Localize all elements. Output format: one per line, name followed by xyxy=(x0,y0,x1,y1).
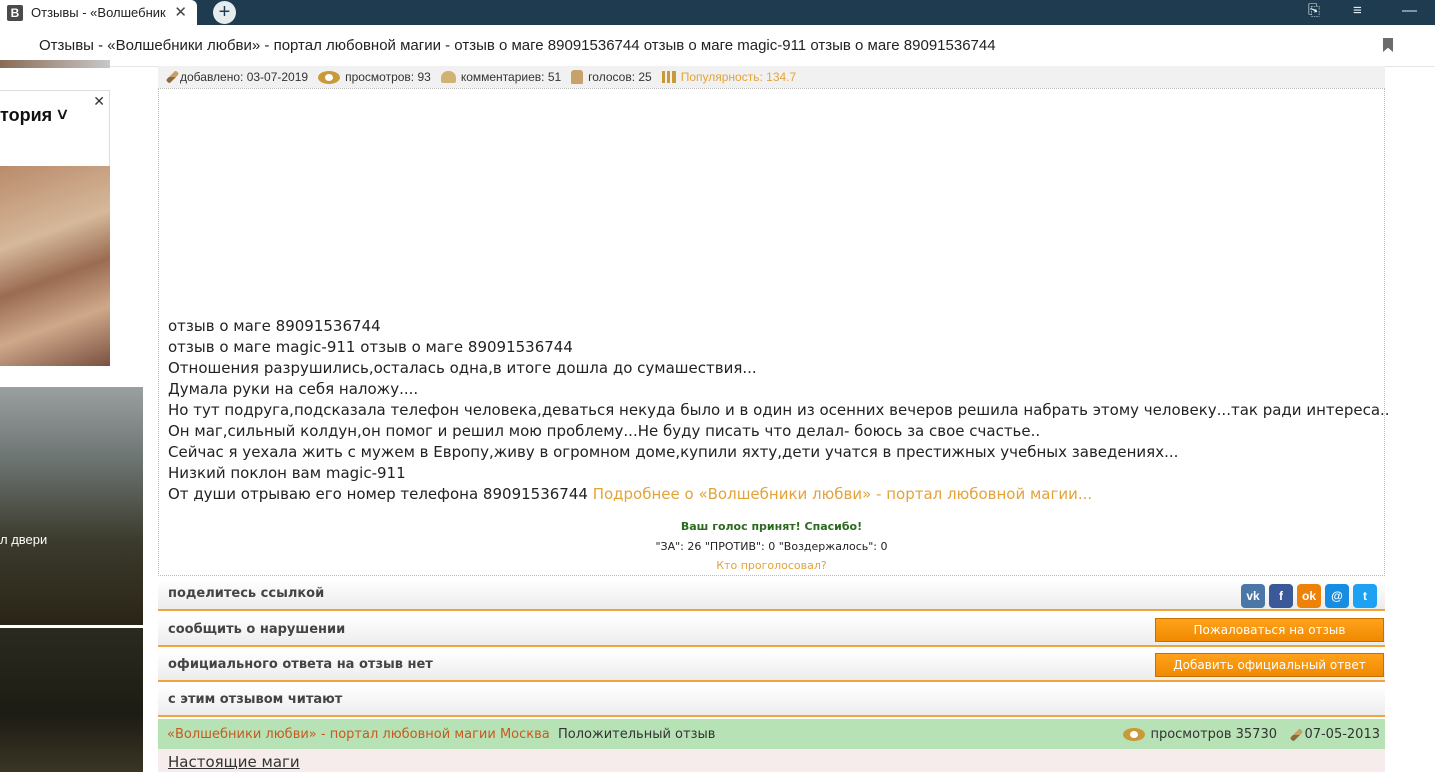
report-review-button[interactable]: Пожаловаться на отзыв xyxy=(1155,618,1384,642)
related-review-link[interactable]: «Волшебники любви» - портал любовной маг… xyxy=(167,727,550,742)
review-line: Но тут подруга,подсказала телефон челове… xyxy=(168,401,1390,419)
related-date: 07-05-2013 xyxy=(1290,727,1380,742)
review-line: Думала руки на себя наложу.... xyxy=(168,380,419,398)
twitter-share-icon[interactable]: t xyxy=(1353,584,1377,608)
official-answer-label: официального ответа на отзыв нет xyxy=(168,657,433,672)
thumbs-up-icon xyxy=(571,70,584,84)
read-more-link[interactable]: Подробнее о «Волшебники любви» - портал … xyxy=(593,485,1092,503)
related-label: с этим отзывом читают xyxy=(168,692,343,707)
eye-icon xyxy=(1123,728,1146,741)
review-line: Отношения разрушились,осталась одна,в ит… xyxy=(168,359,757,377)
related-review-type: Положительный отзыв xyxy=(558,727,716,742)
review-line: отзыв о маге 89091536744 xyxy=(168,317,381,335)
review-line: Сейчас я уехала жить с мужем в Европу,жи… xyxy=(168,443,1179,461)
review-line: Он маг,сильный колдун,он помог и решил м… xyxy=(168,422,1041,440)
city-photo-caption[interactable]: л двери xyxy=(0,532,47,547)
review-line: отзыв о маге magic-911 отзыв о маге 8909… xyxy=(168,338,573,356)
related-title-row: Настоящие маги xyxy=(158,749,1385,772)
related-title-link[interactable]: Настоящие маги xyxy=(168,753,300,771)
sidebar-thumbnail[interactable] xyxy=(0,60,110,68)
ad-close-icon[interactable]: ✕ xyxy=(93,93,105,110)
meta-comments-text: комментариев: 51 xyxy=(460,70,562,84)
review-line: Низкий поклон вам magic-911 xyxy=(168,464,406,482)
facebook-share-icon[interactable]: f xyxy=(1269,584,1293,608)
vote-counts: "ЗА": 26 "ПРОТИВ": 0 "Воздержалось": 0 xyxy=(655,540,888,553)
eye-icon xyxy=(318,70,341,84)
share-section: поделитесь ссылкой vk f ok @ t xyxy=(158,580,1385,611)
bar-chart-icon xyxy=(661,71,676,83)
tab-close-icon[interactable]: ✕ xyxy=(174,3,187,21)
review-meta-bar: добавлено: 03-07-2019 просмотров: 93 ком… xyxy=(158,66,1385,88)
meta-popularity: Популярность: 134.7 xyxy=(661,70,797,84)
meta-popularity-text: Популярность: 134.7 xyxy=(680,70,797,84)
report-label: сообщить о нарушении xyxy=(168,622,346,637)
meta-votes-text: голосов: 25 xyxy=(588,70,652,84)
site-favicon-icon: B xyxy=(7,4,23,21)
meta-comments: комментариев: 51 xyxy=(440,70,562,84)
review-text: отзыв о маге 89091536744 отзыв о маге ma… xyxy=(168,316,1390,505)
ad-photo[interactable] xyxy=(0,166,110,366)
meta-views-text: просмотров: 93 xyxy=(345,70,431,84)
who-voted-link[interactable]: Кто проголосовал? xyxy=(159,559,1384,572)
menu-icon[interactable]: ≡ xyxy=(1353,2,1362,19)
related-date-text: 07-05-2013 xyxy=(1304,727,1380,742)
browser-titlebar: B Отзывы - «Волшебники любви» - портал л… xyxy=(0,0,1435,25)
bookmark-icon[interactable] xyxy=(1383,38,1393,52)
minimize-icon[interactable]: — xyxy=(1402,2,1417,19)
meta-views: просмотров: 93 xyxy=(318,70,431,84)
odnoklassniki-share-icon[interactable]: ok xyxy=(1297,584,1321,608)
pencil-icon xyxy=(1290,727,1304,742)
related-section: с этим отзывом читают xyxy=(158,686,1385,717)
meta-added-text: добавлено: 03-07-2019 xyxy=(180,70,309,84)
related-review-row[interactable]: «Волшебники любви» - портал любовной маг… xyxy=(158,719,1385,749)
sidebar-dark-photo[interactable] xyxy=(0,628,143,772)
vote-accepted-message: Ваш голос принят! Спасибо! xyxy=(680,520,863,533)
new-tab-button[interactable]: + xyxy=(213,1,236,24)
comment-icon xyxy=(440,71,456,83)
related-views-text: просмотров 35730 xyxy=(1150,727,1277,742)
sidebar-ad[interactable]: тория ˅ ✕ xyxy=(0,90,110,366)
mailru-share-icon[interactable]: @ xyxy=(1325,584,1349,608)
vk-share-icon[interactable]: vk xyxy=(1241,584,1265,608)
related-views: просмотров 35730 xyxy=(1123,727,1277,742)
meta-added: добавлено: 03-07-2019 xyxy=(165,70,309,84)
review-body: отзыв о маге 89091536744 отзыв о маге ma… xyxy=(158,88,1390,576)
tab-title: Отзывы - «Волшебники любви» - портал люб… xyxy=(31,5,166,20)
sidebar-city-photo[interactable] xyxy=(0,387,143,625)
address-bar[interactable]: Отзывы - «Волшебники любви» - портал люб… xyxy=(0,25,1435,67)
add-official-answer-button[interactable]: Добавить официальный ответ xyxy=(1155,653,1384,677)
page-title[interactable]: Отзывы - «Волшебники любви» - портал люб… xyxy=(39,37,996,54)
browser-tab[interactable]: B Отзывы - «Волшебники любви» - портал л… xyxy=(0,0,197,25)
review-line: От души отрываю его номер телефона 89091… xyxy=(168,485,588,503)
ad-title[interactable]: тория ˅ xyxy=(0,105,68,126)
report-section: сообщить о нарушении Пожаловаться на отз… xyxy=(158,616,1385,647)
bookmarks-panel-icon[interactable]: ⎘ xyxy=(1308,2,1320,19)
review-last-line: От души отрываю его номер телефона 89091… xyxy=(168,484,1390,505)
share-label: поделитесь ссылкой xyxy=(168,586,325,601)
official-answer-section: официального ответа на отзыв нет Добавит… xyxy=(158,651,1385,682)
pencil-icon xyxy=(165,70,180,84)
meta-votes: голосов: 25 xyxy=(571,70,652,84)
